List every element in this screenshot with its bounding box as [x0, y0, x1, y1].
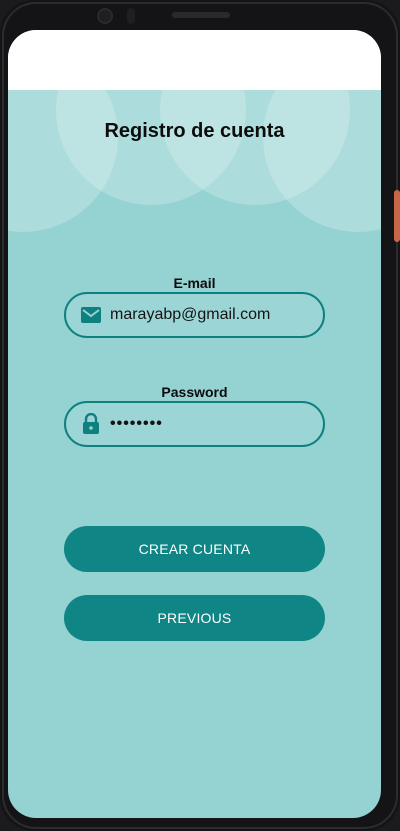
email-field[interactable]: marayabp@gmail.com	[64, 292, 325, 338]
power-button	[394, 190, 400, 242]
earpiece-speaker	[172, 12, 230, 18]
phone-frame: Registro de cuenta E-mail marayabp@gmail…	[0, 0, 400, 831]
page-title: Registro de cuenta	[104, 120, 285, 142]
email-value: marayabp@gmail.com	[110, 306, 271, 323]
front-camera	[97, 8, 113, 24]
lock-icon	[80, 413, 102, 435]
email-label: E-mail	[173, 275, 216, 291]
register-content: Registro de cuenta E-mail marayabp@gmail…	[8, 30, 381, 818]
app-screen: Registro de cuenta E-mail marayabp@gmail…	[8, 30, 381, 818]
password-label: Password	[161, 384, 228, 400]
previous-button[interactable]: PREVIOUS	[64, 595, 325, 641]
camera-sensor	[127, 8, 135, 24]
password-value: ••••••••	[110, 415, 163, 432]
envelope-icon	[80, 304, 102, 326]
password-field[interactable]: ••••••••	[64, 401, 325, 447]
create-account-button[interactable]: CREAR CUENTA	[64, 526, 325, 572]
